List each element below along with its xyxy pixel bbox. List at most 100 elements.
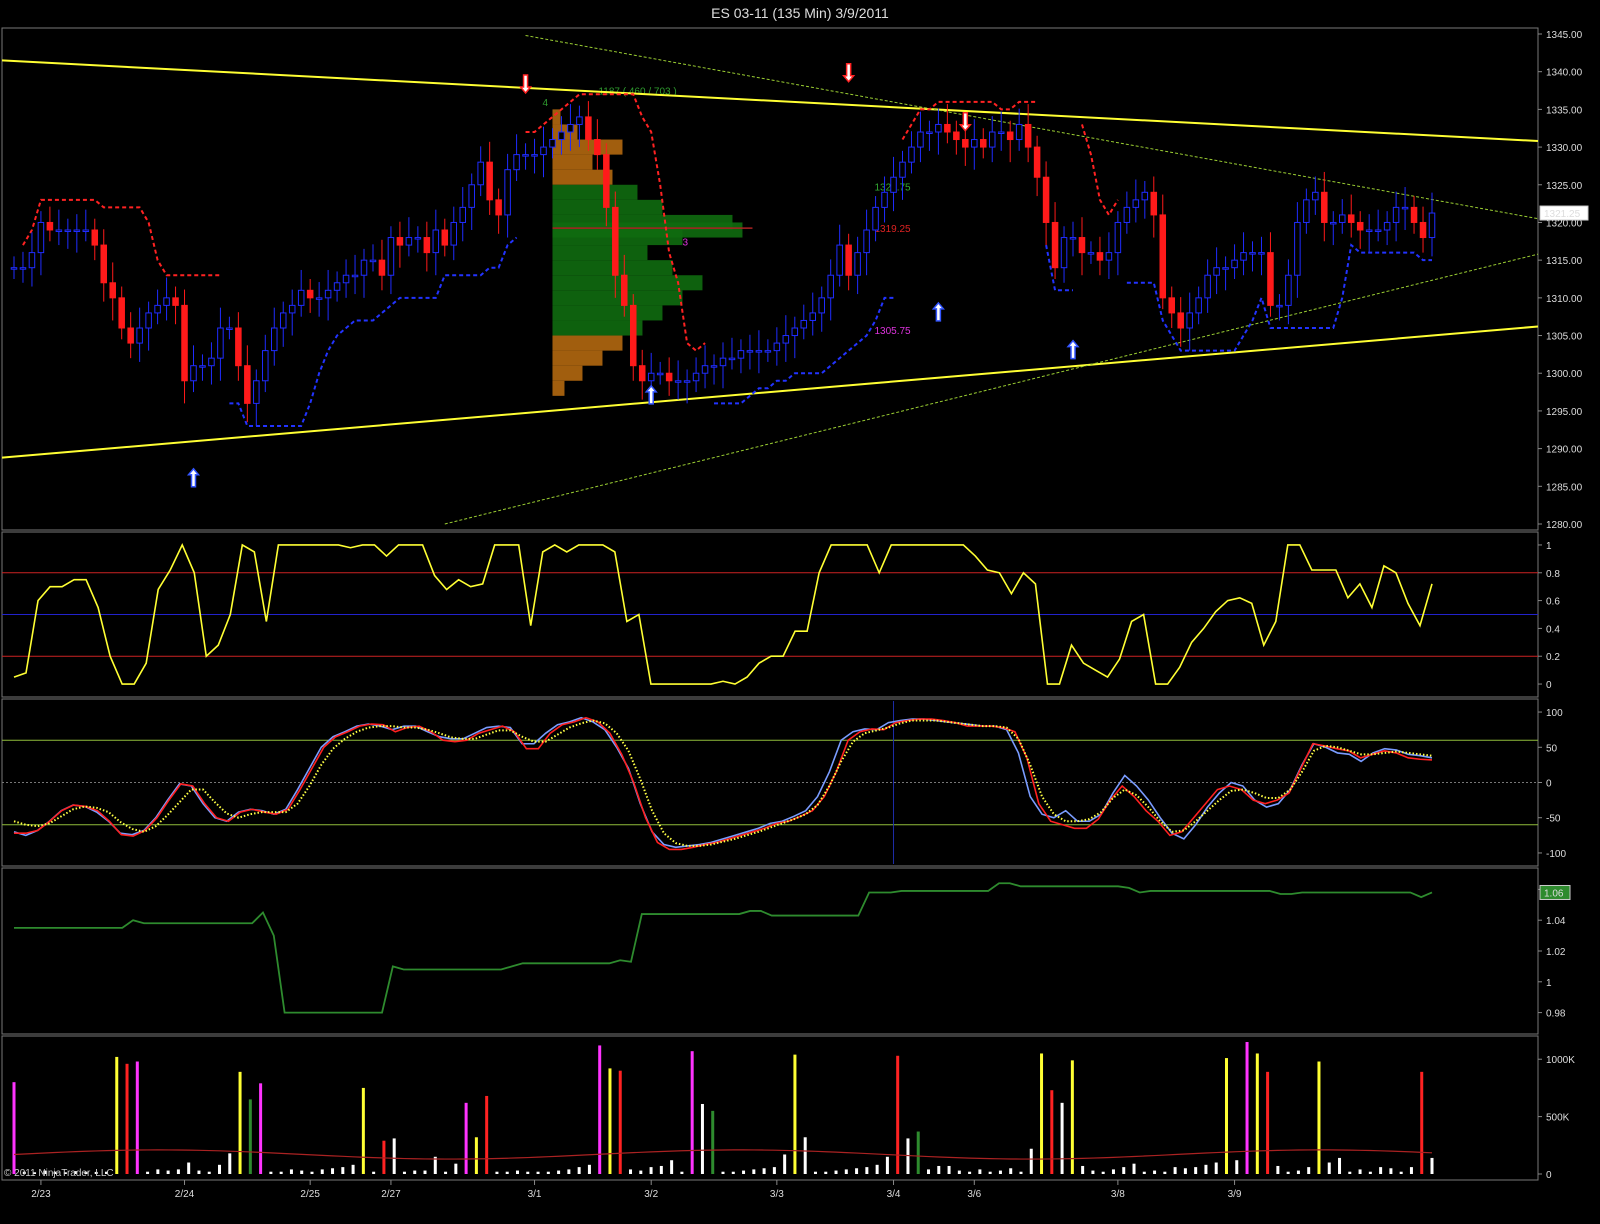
volume-bar [1070, 1060, 1074, 1174]
y-tick-label: 0 [1546, 779, 1552, 790]
candle-body [1312, 191, 1319, 201]
candle-body [612, 206, 619, 276]
candle-body [1356, 221, 1364, 231]
volume-bar [1358, 1169, 1362, 1174]
candle-body [244, 365, 251, 404]
y-tick-label: 100 [1546, 708, 1563, 719]
volume-bar [927, 1169, 931, 1174]
candle-body [621, 274, 628, 306]
volume-bar [1142, 1171, 1146, 1174]
volume-bar [228, 1153, 232, 1174]
trailing-stop-up [1045, 244, 1074, 292]
candle-body [926, 131, 933, 134]
volume-bar [341, 1167, 345, 1174]
volume-bar [218, 1164, 222, 1174]
candle-body [764, 350, 772, 353]
volume-bar [125, 1063, 129, 1174]
volume-bar [1081, 1165, 1085, 1174]
trailing-stop-down [22, 198, 221, 277]
y-tick-label: 1330.00 [1546, 143, 1583, 154]
x-tick-label: 3/4 [887, 1189, 901, 1200]
candle-body [477, 161, 484, 186]
candle-body [154, 304, 161, 314]
candle-body [692, 372, 700, 382]
volume-bar [608, 1068, 612, 1174]
candle-body [944, 123, 951, 133]
volume-profile-bar [552, 320, 643, 336]
volume-bar [331, 1168, 335, 1174]
candle-body [235, 327, 242, 367]
panel-frame-price [1, 27, 1539, 531]
candle-body [540, 146, 547, 156]
volume-bar [361, 1087, 365, 1174]
volume-bar [12, 1082, 16, 1174]
volume-bar [988, 1171, 992, 1174]
volume-bar [916, 1131, 920, 1174]
volume-bar [351, 1164, 355, 1174]
volume-bar [783, 1154, 787, 1174]
candle-body [854, 252, 861, 276]
last-price-value: 1321.25 [1544, 209, 1581, 220]
candle-body [82, 229, 90, 232]
volume-bar [320, 1169, 324, 1174]
candle-body [1033, 146, 1041, 178]
y-tick-label: 0.98 [1546, 1009, 1566, 1020]
candle-body [315, 297, 323, 300]
volume-profile-bar [552, 109, 561, 125]
candle-body [1303, 199, 1310, 223]
volume-bar [1296, 1170, 1300, 1174]
candle-body [1240, 252, 1247, 261]
volume-bar [1153, 1170, 1157, 1174]
volume-bar [1091, 1170, 1095, 1174]
candle-body [899, 161, 906, 178]
candle-body [163, 297, 170, 306]
volume-bar [1338, 1157, 1342, 1174]
signal-arrow-up [186, 467, 201, 488]
volume-bar [968, 1171, 972, 1174]
candle-body [962, 139, 969, 148]
candle-body [279, 312, 287, 329]
x-tick-label: 3/3 [770, 1189, 784, 1200]
volume-bar [577, 1167, 581, 1174]
candle-body [423, 237, 431, 254]
candle-body [145, 312, 152, 329]
candle-body [656, 372, 664, 376]
x-tick-label: 3/2 [644, 1189, 658, 1200]
chart-canvas[interactable]: 1280.00 1285.00 1290.00 1295.00 1300.00 1305.… [0, 0, 1600, 1224]
candle-body [1365, 229, 1373, 232]
volume-bar [1255, 1053, 1259, 1174]
volume-bar [1173, 1167, 1177, 1174]
candle-body [701, 365, 709, 374]
volume-average-line [13, 1149, 1433, 1160]
volume-bar [885, 1156, 889, 1174]
x-tick-label: 3/6 [967, 1189, 981, 1200]
candle-body [378, 259, 386, 276]
candle-body [172, 297, 179, 306]
profile-count-label: 4 [542, 98, 548, 109]
candle-body [226, 327, 233, 330]
y-tick-label: -50 [1546, 814, 1561, 825]
volume-bar [1420, 1071, 1424, 1174]
candle-body [1105, 252, 1113, 261]
volume-bar [865, 1167, 869, 1174]
volume-bar [587, 1164, 591, 1174]
volume-bar [146, 1171, 150, 1174]
y-tick-label: 0 [1546, 1170, 1552, 1181]
volume-bar [156, 1169, 160, 1174]
y-tick-label: 0.4 [1546, 624, 1560, 635]
candle-body [1078, 237, 1086, 254]
volume-profile-bar [552, 380, 565, 396]
x-tick-label: 2/27 [381, 1189, 401, 1200]
candle-body [585, 116, 592, 141]
volume-bar [1266, 1071, 1270, 1174]
y-tick-label: 1310.00 [1546, 294, 1583, 305]
volume-bar [690, 1051, 694, 1174]
volume-profile-bar [552, 184, 638, 200]
candle-body [297, 289, 305, 306]
candle-body [1006, 131, 1014, 141]
volume-bar [1399, 1171, 1403, 1174]
candle-body [118, 297, 125, 329]
candle-body [558, 131, 565, 141]
volume-bar [762, 1168, 766, 1174]
candle-body [333, 282, 341, 291]
